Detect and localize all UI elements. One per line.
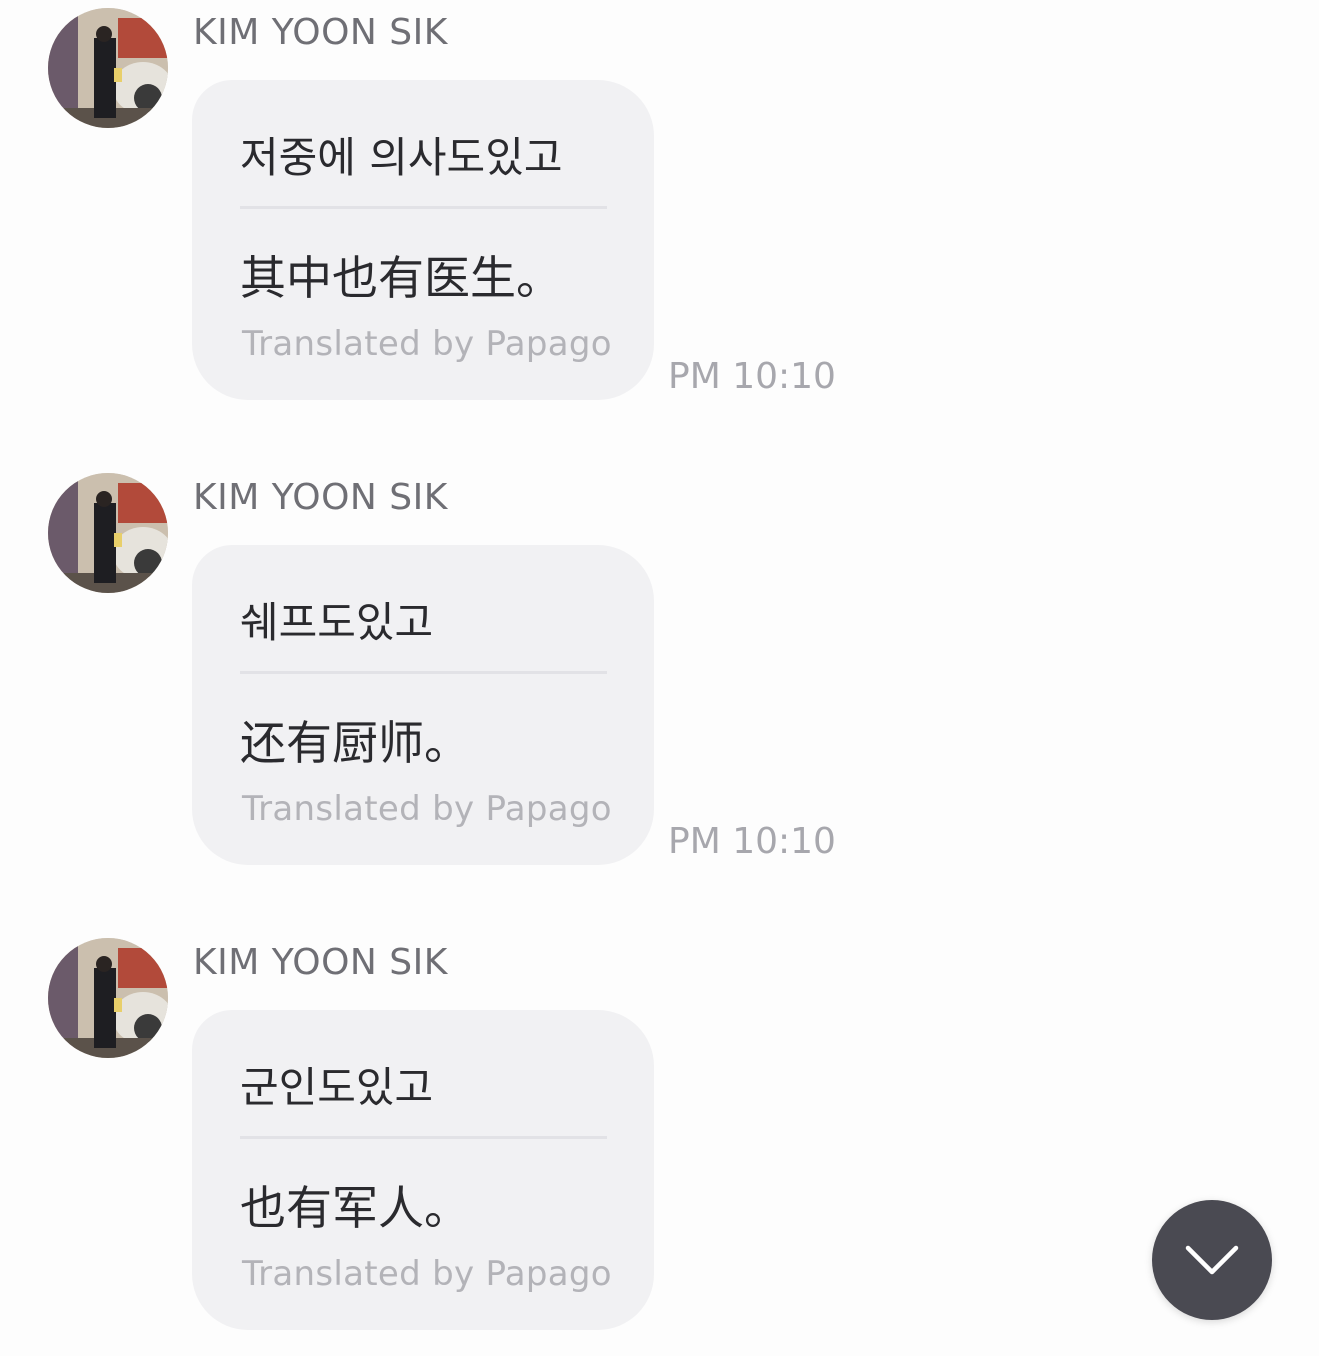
message-row: KIM YOON SIK 쉐프도있고 还有厨师。 Translated by P… — [0, 465, 1319, 885]
original-text: 저중에 의사도있고 — [240, 133, 563, 182]
translation-credit: Translated by Papago — [242, 789, 612, 829]
original-text: 군인도있고 — [240, 1063, 434, 1112]
avatar-image-icon — [48, 938, 168, 1058]
message-timestamp: PM 10:10 — [668, 356, 836, 397]
avatar[interactable] — [48, 473, 168, 593]
translation-credit: Translated by Papago — [242, 1254, 612, 1294]
avatar[interactable] — [48, 8, 168, 128]
translated-text: 其中也有医生。 — [240, 251, 562, 305]
sender-name: KIM YOON SIK — [193, 477, 448, 518]
message-bubble[interactable]: 저중에 의사도있고 其中也有医生。 Translated by Papago — [192, 80, 654, 400]
sender-name: KIM YOON SIK — [193, 942, 448, 983]
divider — [240, 1136, 607, 1139]
translation-credit: Translated by Papago — [242, 324, 612, 364]
divider — [240, 671, 607, 674]
sender-name: KIM YOON SIK — [193, 12, 448, 53]
message-bubble[interactable]: 쉐프도있고 还有厨师。 Translated by Papago — [192, 545, 654, 865]
avatar-image-icon — [48, 473, 168, 593]
chat-message-list[interactable]: KIM YOON SIK 저중에 의사도있고 其中也有医生。 Translate… — [0, 0, 1319, 1356]
translated-text: 也有军人。 — [240, 1181, 470, 1235]
translated-text: 还有厨师。 — [240, 716, 470, 770]
chevron-down-icon — [1185, 1245, 1239, 1275]
avatar[interactable] — [48, 938, 168, 1058]
avatar-image-icon — [48, 8, 168, 128]
scroll-to-bottom-button[interactable] — [1152, 1200, 1272, 1320]
message-row: KIM YOON SIK 군인도있고 也有军人。 Translated by P… — [0, 930, 1319, 1350]
message-bubble[interactable]: 군인도있고 也有军人。 Translated by Papago — [192, 1010, 654, 1330]
message-row: KIM YOON SIK 저중에 의사도있고 其中也有医生。 Translate… — [0, 0, 1319, 420]
original-text: 쉐프도있고 — [240, 598, 434, 647]
divider — [240, 206, 607, 209]
message-timestamp: PM 10:10 — [668, 821, 836, 862]
